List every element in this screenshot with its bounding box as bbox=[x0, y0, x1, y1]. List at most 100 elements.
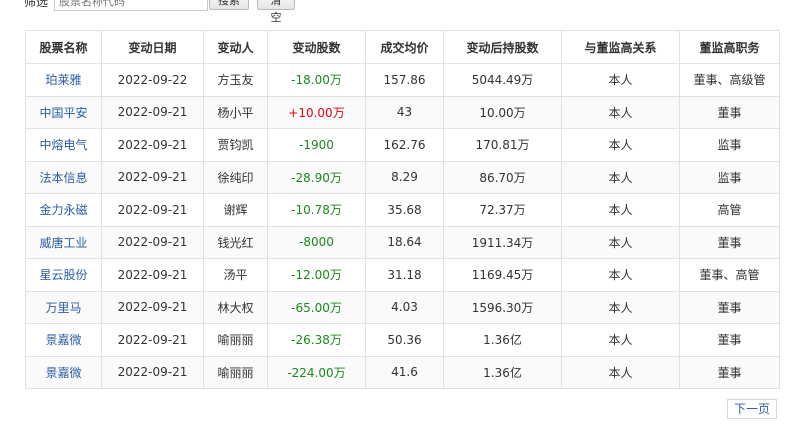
search-button[interactable]: 搜索 bbox=[209, 0, 249, 10]
holding-after-cell: 72.37万 bbox=[443, 193, 562, 227]
table-row: 星云股份 2022-09-21 汤平 -12.00万 31.18 1169.45万 本人 董事… bbox=[25, 258, 780, 292]
stock-name-cell: 中国平安 bbox=[25, 95, 102, 129]
holding-after-cell: 1596.30万 bbox=[443, 290, 562, 324]
change-shares-cell: -12.00万 bbox=[267, 258, 366, 292]
relation-cell: 本人 bbox=[561, 258, 680, 292]
stock-name-link[interactable]: 景嘉微 bbox=[45, 366, 81, 380]
person-cell: 汤平 bbox=[223, 268, 248, 283]
change-shares-cell: -28.90万 bbox=[291, 170, 342, 185]
stock-name-link[interactable]: 中熔电气 bbox=[39, 138, 87, 152]
change-shares-cell: +10.00万 bbox=[288, 105, 345, 120]
position-cell: 董事 bbox=[679, 225, 780, 259]
column-header-position[interactable]: 董监高职务 bbox=[679, 30, 780, 64]
relation-cell: 本人 bbox=[608, 105, 633, 120]
column-header-stock-name[interactable]: 股票名称 bbox=[25, 30, 102, 64]
avg-price-cell: 157.86 bbox=[365, 63, 444, 97]
position-cell: 董事、高管 bbox=[679, 258, 780, 292]
person-cell: 喻丽丽 bbox=[203, 355, 268, 389]
position-cell: 董事 bbox=[717, 300, 742, 315]
position-cell: 高管 bbox=[717, 203, 742, 218]
relation-cell: 本人 bbox=[561, 63, 680, 97]
table-row: 威唐工业 2022-09-21 钱光红 -8000 18.64 1911.34万 本人 董事 bbox=[25, 225, 780, 259]
change-shares-cell: -26.38万 bbox=[267, 323, 366, 357]
avg-price-cell: 4.03 bbox=[365, 290, 444, 324]
position-cell: 董事 bbox=[679, 323, 780, 357]
table-row: 景嘉微 2022-09-21 喻丽丽 -224.00万 41.6 1.36亿 本人 董事 bbox=[25, 355, 780, 389]
stock-name-cell: 景嘉微 bbox=[25, 323, 102, 357]
holding-after-cell: 1.36亿 bbox=[443, 355, 562, 389]
person-cell: 杨小平 bbox=[203, 95, 268, 129]
change-date-cell: 2022-09-22 bbox=[101, 63, 204, 97]
avg-price-cell: 18.64 bbox=[387, 235, 422, 250]
stock-name-link[interactable]: 威唐工业 bbox=[39, 236, 87, 250]
avg-price-cell: 50.36 bbox=[387, 332, 422, 347]
position-cell: 董事 bbox=[717, 365, 742, 380]
avg-price-cell: 35.68 bbox=[365, 193, 444, 227]
person-cell: 徐纯印 bbox=[217, 170, 254, 185]
person-cell: 贾钧凯 bbox=[217, 138, 254, 153]
change-shares-cell: -8000 bbox=[267, 225, 366, 259]
avg-price-cell: 35.68 bbox=[387, 202, 422, 217]
person-cell: 方玉友 bbox=[217, 73, 254, 88]
change-shares-cell: -8000 bbox=[299, 235, 334, 250]
position-cell: 监事 bbox=[717, 170, 742, 185]
column-header-avg-price[interactable]: 成交均价 bbox=[365, 30, 444, 64]
avg-price-cell: 43 bbox=[396, 105, 413, 120]
stock-name-cell: 威唐工业 bbox=[25, 225, 102, 259]
avg-price-cell: 4.03 bbox=[391, 300, 418, 315]
table-row: 法本信息 2022-09-21 徐纯印 -28.90万 8.29 86.70万 本人 监事 bbox=[25, 160, 780, 194]
change-shares-cell: -18.00万 bbox=[291, 73, 342, 88]
table-row: 珀莱雅 2022-09-22 方玉友 -18.00万 157.86 5044.49万 本人 董… bbox=[25, 63, 780, 97]
stock-name-link[interactable]: 万里马 bbox=[45, 301, 81, 315]
holding-after-cell: 10.00万 bbox=[443, 95, 562, 129]
change-date-cell: 2022-09-21 bbox=[117, 365, 188, 380]
change-date-cell: 2022-09-21 bbox=[117, 235, 188, 250]
holding-after-cell: 1.36亿 bbox=[483, 333, 522, 348]
clear-button[interactable]: 清空 bbox=[257, 0, 295, 24]
position-cell: 董事 bbox=[679, 355, 780, 389]
change-date-cell: 2022-09-21 bbox=[117, 332, 188, 347]
stock-name-link[interactable]: 星云股份 bbox=[39, 268, 87, 282]
table-header-row: 股票名称 变动日期 变动人 变动股数 成交均价 变动后持股数 与董监高关系 董监… bbox=[25, 30, 780, 64]
holding-after-cell: 1.36亿 bbox=[483, 365, 522, 380]
change-shares-cell: -26.38万 bbox=[291, 333, 342, 348]
next-page-button[interactable]: 下一页 bbox=[727, 399, 777, 419]
column-header-change-shares[interactable]: 变动股数 bbox=[267, 30, 366, 64]
person-cell: 林大权 bbox=[217, 300, 254, 315]
column-header-relation[interactable]: 与董监高关系 bbox=[561, 30, 680, 64]
relation-cell: 本人 bbox=[561, 128, 680, 162]
change-date-cell: 2022-09-21 bbox=[101, 193, 204, 227]
holding-after-cell: 72.37万 bbox=[479, 203, 526, 218]
insider-trading-table: 股票名称 变动日期 变动人 变动股数 成交均价 变动后持股数 与董监高关系 董监… bbox=[25, 30, 780, 389]
change-date-cell: 2022-09-21 bbox=[101, 128, 204, 162]
holding-after-cell: 5044.49万 bbox=[471, 73, 534, 88]
position-cell: 董事 bbox=[717, 235, 742, 250]
change-shares-cell: -18.00万 bbox=[267, 63, 366, 97]
stock-name-link[interactable]: 法本信息 bbox=[39, 171, 87, 185]
filter-bar: 筛选 搜索 清空 bbox=[0, 0, 800, 24]
person-cell: 谢辉 bbox=[203, 193, 268, 227]
stock-name-link[interactable]: 景嘉微 bbox=[45, 333, 81, 347]
avg-price-cell: 162.76 bbox=[383, 137, 426, 152]
holding-after-cell: 1169.45万 bbox=[471, 268, 534, 283]
avg-price-cell: 8.29 bbox=[365, 160, 444, 194]
position-cell: 监事 bbox=[679, 128, 780, 162]
person-cell: 钱光红 bbox=[203, 225, 268, 259]
person-cell: 徐纯印 bbox=[203, 160, 268, 194]
change-shares-cell: -224.00万 bbox=[267, 355, 366, 389]
relation-cell: 本人 bbox=[561, 290, 680, 324]
stock-name-link[interactable]: 珀莱雅 bbox=[45, 73, 81, 87]
change-date-cell: 2022-09-21 bbox=[101, 95, 204, 129]
change-date-cell: 2022-09-21 bbox=[101, 258, 204, 292]
holding-after-cell: 170.81万 bbox=[443, 128, 562, 162]
change-date-cell: 2022-09-21 bbox=[101, 355, 204, 389]
stock-name-link[interactable]: 金力永磁 bbox=[39, 203, 87, 217]
change-shares-cell: -65.00万 bbox=[267, 290, 366, 324]
column-header-person[interactable]: 变动人 bbox=[203, 30, 268, 64]
filter-label: 筛选 bbox=[24, 0, 49, 9]
stock-search-input[interactable] bbox=[54, 0, 208, 11]
column-header-holding-after[interactable]: 变动后持股数 bbox=[443, 30, 562, 64]
stock-name-link[interactable]: 中国平安 bbox=[39, 106, 87, 120]
change-shares-cell: -224.00万 bbox=[287, 365, 346, 380]
column-header-change-date[interactable]: 变动日期 bbox=[101, 30, 204, 64]
